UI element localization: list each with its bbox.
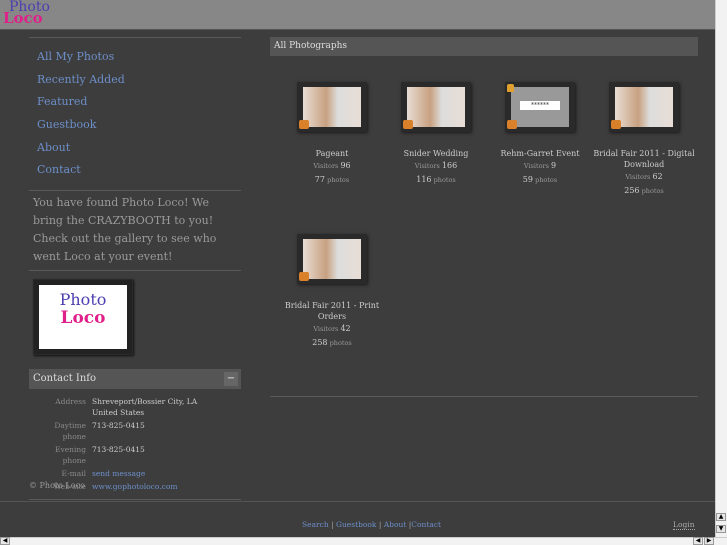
photo-count: 116: [416, 175, 432, 184]
vertical-scrollbar[interactable]: ▲ ▼: [715, 0, 727, 537]
footer-contact-link[interactable]: Contact: [411, 520, 441, 529]
visitor-count: 62: [652, 172, 663, 181]
profile-logo-image: Photo Loco: [33, 279, 133, 356]
gallery-icon: [403, 120, 413, 129]
gallery-icon: [299, 120, 309, 129]
album-title[interactable]: Pageant: [280, 148, 384, 159]
scroll-up-button[interactable]: ▲: [716, 513, 726, 521]
nav-guestbook[interactable]: Guestbook: [29, 114, 241, 137]
main-content: All Photographs Pageant Visitors 96 77 p…: [270, 37, 698, 397]
album-title[interactable]: Rehm-Garret Event: [488, 148, 592, 159]
footer-guestbook-link[interactable]: Guestbook: [336, 520, 377, 529]
visitor-count: 42: [340, 324, 351, 333]
visitor-count: 96: [340, 161, 351, 170]
scroll-down-button[interactable]: ▼: [716, 525, 726, 533]
login-link[interactable]: Login: [673, 520, 695, 530]
visitor-count: 166: [441, 161, 458, 170]
footer-search-link[interactable]: Search: [302, 520, 329, 529]
album-thumbnail[interactable]: [401, 82, 471, 132]
album-title[interactable]: Bridal Fair 2011 - Print Orders: [280, 300, 384, 322]
contact-info-table: Address Shreveport/Bossier City, LA United…: [53, 397, 198, 492]
contact-info-header: Contact Info −: [29, 369, 241, 390]
nav-about[interactable]: About: [29, 137, 241, 160]
album-item[interactable]: Bridal Fair 2011 - Print Orders Visitors…: [280, 234, 384, 374]
photo-count: 256: [624, 186, 640, 195]
gallery-icon: [507, 120, 517, 129]
album-title[interactable]: Bridal Fair 2011 - Digital Download: [592, 148, 696, 170]
photo-count: 59: [522, 175, 533, 184]
horizontal-scrollbar[interactable]: ◀ ◀ ▶: [0, 537, 727, 545]
nav-featured[interactable]: Featured: [29, 91, 241, 114]
nav-recently-added[interactable]: Recently Added: [29, 69, 241, 92]
header: Photo Loco: [0, 0, 715, 30]
album-thumbnail[interactable]: [505, 82, 575, 132]
copyright: © Photo Loco: [29, 481, 85, 490]
section-title: All Photographs: [270, 37, 698, 56]
nav-all-my-photos[interactable]: All My Photos: [29, 46, 241, 69]
album-title[interactable]: Snider Wedding: [384, 148, 488, 159]
lock-icon: [507, 84, 514, 92]
footer-about-link[interactable]: About: [384, 520, 407, 529]
collapse-button[interactable]: −: [224, 372, 238, 387]
album-item[interactable]: Bridal Fair 2011 - Digital Download Visi…: [592, 82, 696, 222]
footer: Search | Guestbook | About |Contact Logi…: [0, 501, 715, 537]
album-thumbnail[interactable]: [297, 82, 367, 132]
website-link[interactable]: www.gophotoloco.com: [92, 482, 177, 491]
sidebar: All My Photos Recently Added Featured Gu…: [29, 37, 241, 501]
scroll-left-button[interactable]: ◀: [0, 537, 10, 545]
visitor-count: 9: [551, 161, 557, 170]
album-item[interactable]: Rehm-Garret Event Visitors 9 59 photos: [488, 82, 592, 222]
photo-count: 77: [314, 175, 325, 184]
album-item[interactable]: Pageant Visitors 96 77 photos: [280, 82, 384, 222]
scroll-left-button-2[interactable]: ◀: [693, 537, 703, 545]
footer-links: Search | Guestbook | About |Contact: [302, 520, 442, 529]
gallery-icon: [299, 272, 309, 281]
send-message-link[interactable]: send message: [92, 469, 145, 478]
album-thumbnail[interactable]: [297, 234, 367, 284]
gallery-icon: [611, 120, 621, 129]
photo-count: 258: [312, 338, 328, 347]
nav-contact[interactable]: Contact: [29, 159, 241, 182]
scroll-right-button[interactable]: ▶: [704, 537, 714, 545]
site-description: You have found Photo Loco! We bring the …: [33, 196, 217, 264]
album-thumbnail[interactable]: [609, 82, 679, 132]
photo-loco-logo[interactable]: Photo Loco: [3, 0, 50, 26]
sidebar-nav: All My Photos Recently Added Featured Gu…: [29, 38, 241, 190]
album-item[interactable]: Snider Wedding Visitors 166 116 photos: [384, 82, 488, 222]
